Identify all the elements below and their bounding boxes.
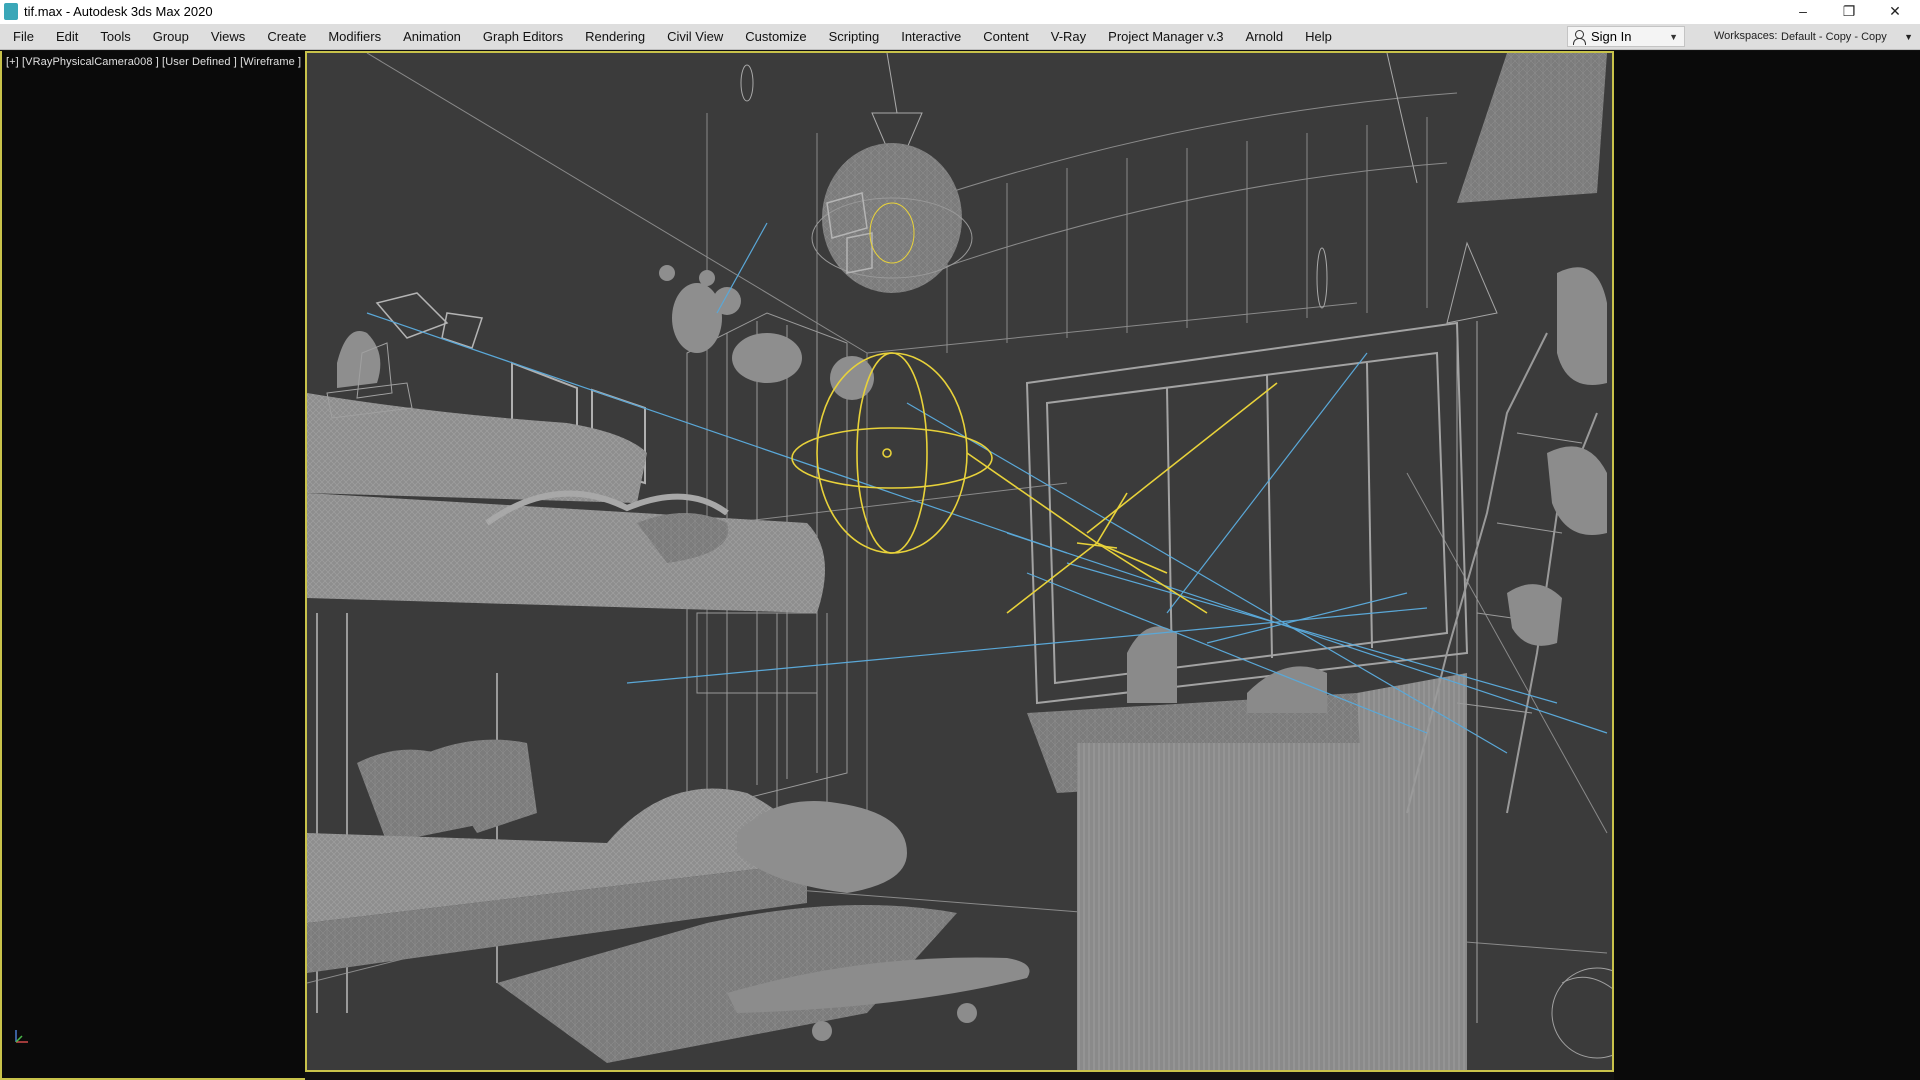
chevron-down-icon: ▼ [1904,32,1913,42]
menu-animation[interactable]: Animation [392,26,472,50]
minimize-button[interactable]: – [1780,0,1826,24]
menu-customize[interactable]: Customize [734,26,817,50]
menu-group[interactable]: Group [142,26,200,50]
menu-modifiers[interactable]: Modifiers [317,26,392,50]
menu-vray[interactable]: V-Ray [1040,26,1097,50]
shelf-toys [326,265,874,419]
menu-project-manager[interactable]: Project Manager v.3 [1097,26,1234,50]
menu-create[interactable]: Create [256,26,317,50]
menu-views[interactable]: Views [200,26,256,50]
menu-graph-editors[interactable]: Graph Editors [472,26,574,50]
desk [1027,626,1467,1070]
menu-file[interactable]: File [0,26,45,50]
menu-civil-view[interactable]: Civil View [656,26,734,50]
menu-rendering[interactable]: Rendering [574,26,656,50]
sign-in-dropdown[interactable]: Sign In ▼ [1567,26,1685,47]
menu-bar: File Edit Tools Group Views Create Modif… [0,24,1920,50]
scene-wireframe [307,53,1612,1070]
menu-interactive[interactable]: Interactive [890,26,972,50]
chandelier [811,53,973,293]
menu-items: File Edit Tools Group Views Create Modif… [0,24,1343,50]
menu-edit[interactable]: Edit [45,26,89,50]
menu-arnold[interactable]: Arnold [1235,26,1295,50]
window-title: tif.max - Autodesk 3ds Max 2020 [24,4,213,19]
workspace-value: Default - Copy - Copy [1781,31,1887,43]
maximize-button[interactable]: ❐ [1826,0,1872,24]
viewport-safe-frame-right [1614,51,1920,1080]
xyz-axis-icon [15,1030,28,1043]
workspace-dropdown[interactable]: Default - Copy - Copy ▼ [1781,28,1913,46]
close-button[interactable]: ✕ [1872,0,1918,24]
3ds-max-icon [4,3,18,20]
user-icon [1571,29,1587,45]
sign-in-label: Sign In [1591,29,1632,44]
menu-content[interactable]: Content [972,26,1040,50]
menu-scripting[interactable]: Scripting [818,26,891,50]
menu-tools[interactable]: Tools [89,26,141,50]
chevron-down-icon: ▼ [1669,31,1678,42]
viewport-label-menu[interactable]: [+] [VRayPhysicalCamera008 ] [User Defin… [6,56,301,68]
menu-help[interactable]: Help [1294,26,1343,50]
viewport-safe-frame-left [0,51,305,1080]
wireframe-viewport[interactable] [305,51,1614,1072]
title-bar: tif.max - Autodesk 3ds Max 2020 – ❐ ✕ [0,0,1920,24]
workspaces-label: Workspaces: [1714,30,1778,42]
